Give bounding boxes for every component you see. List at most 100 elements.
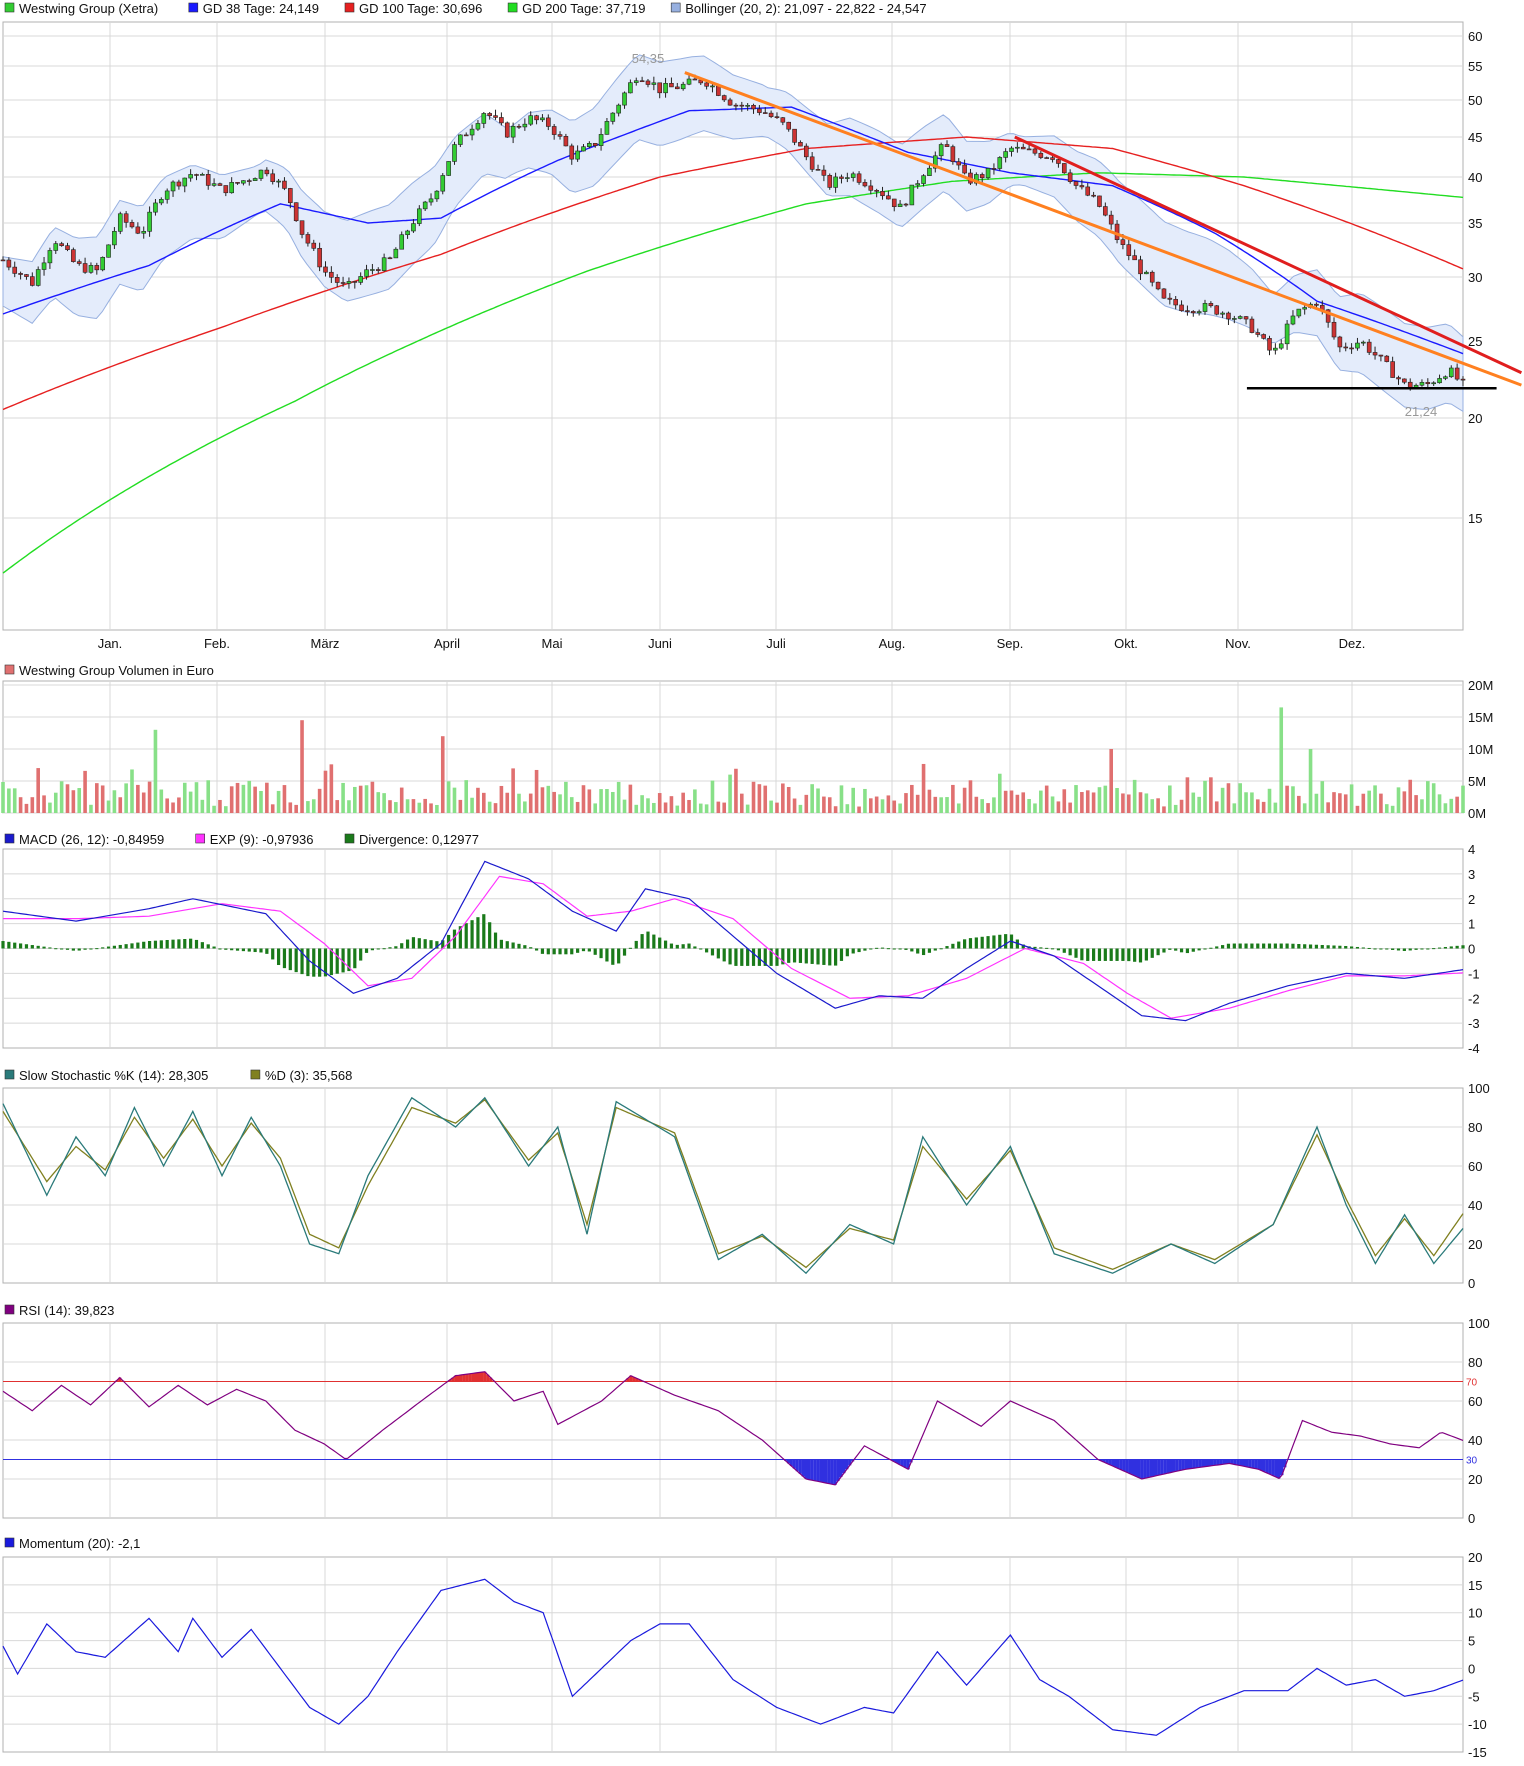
divergence-bar [816,948,820,965]
candle-body [411,223,416,232]
divergence-bar [24,944,29,949]
volume-bar [968,780,973,813]
divergence-bar [48,947,52,949]
candle-body [1407,381,1413,388]
candle-body [686,78,692,85]
volume-bar [24,803,29,813]
candle-body [53,243,59,251]
candle-body [1020,146,1026,150]
divergence-bar [1244,943,1248,949]
volume-bar [581,785,586,813]
candle-body [604,121,610,135]
y-tick-label: -3 [1468,1016,1480,1031]
volume-bar [546,785,551,813]
volume-bar [1068,802,1072,813]
volume-bar [1332,792,1336,813]
candle-body [1273,347,1278,351]
volume-bar [1126,794,1131,813]
volume-bar [370,781,375,813]
volume-bar [558,794,562,813]
y-tick-label: 2 [1468,892,1475,907]
volume-bar [833,806,838,813]
divergence-bar [534,948,539,951]
divergence-bar [658,937,662,949]
candle-body [446,161,451,176]
divergence-bar [810,948,814,964]
legend-swatch [188,2,199,13]
volume-bar [933,796,938,813]
divergence-bar [1408,948,1412,951]
candle-body [850,173,856,178]
divergence-bar [886,948,890,950]
volume-bar [605,789,609,813]
y-tick-label: 80 [1468,1355,1482,1370]
candle-body [1097,195,1102,207]
volume-bar [757,784,762,813]
candle-body [938,144,944,157]
divergence-bar [517,943,521,949]
volume-bar [487,801,492,813]
divergence-bar [1402,948,1406,951]
candle-body [30,276,35,286]
legend-label: GD 100 Tage: 30,696 [359,1,482,16]
candle-body [622,92,627,106]
divergence-bar [933,948,937,951]
volume-bar [270,804,275,813]
divergence-bar [1115,948,1119,961]
candle-body [1337,336,1343,348]
candle-body [1091,194,1096,197]
candle-body [692,78,698,81]
candle-body [962,164,967,174]
candle-body [311,242,317,249]
y-tick-label: 0 [1468,942,1475,957]
divergence-bar [716,948,720,959]
volume-bar [1437,794,1442,813]
candle-body [100,256,105,271]
volume-bar [1168,785,1172,813]
candle-body [1003,151,1008,158]
candle-body [1255,332,1261,335]
candle-body [1378,354,1384,357]
y-tick-label: 60 [1468,1159,1482,1174]
candle-body [305,234,311,244]
volume-bar [886,795,891,813]
legend-swatch [4,1537,15,1548]
candle [1061,163,1067,174]
x-tick-label: Sep. [997,636,1024,651]
volume-bar [640,795,644,813]
candle-body [1167,297,1173,300]
volume-bar [1085,790,1090,813]
candle-body [534,115,539,121]
legend-label: RSI (14): 39,823 [19,1303,114,1318]
volume-bar [206,780,211,813]
candle-body [768,112,774,117]
candle-body [1349,347,1354,350]
volume-bar [1461,785,1465,813]
legend-entry: Westwing Group Volumen in Euro [4,663,214,678]
candle [452,141,457,165]
divergence-bar [839,948,844,961]
divergence-bar [599,948,603,959]
volume-bar [1138,792,1143,813]
candle-body [153,202,158,213]
candle-body [1413,384,1419,388]
candle-body [1331,321,1337,338]
volume-bar [452,787,457,813]
volume-bar [646,798,650,813]
candle-body [979,174,985,179]
divergence-bar [1355,946,1360,949]
candle-body [1067,172,1073,182]
y-tick-label: 20 [1468,411,1482,426]
candle-body [1296,308,1302,317]
divergence-bar [124,944,128,949]
volume-bar [804,794,809,813]
volume-bar [610,791,615,813]
candle [985,168,991,180]
candle-body [182,177,188,187]
candle-body [610,112,616,122]
divergence-bar [235,948,240,951]
volume-bar [593,803,598,813]
volume-bar [394,802,398,813]
divergence-bar [587,948,591,952]
divergence-bar [828,948,832,966]
